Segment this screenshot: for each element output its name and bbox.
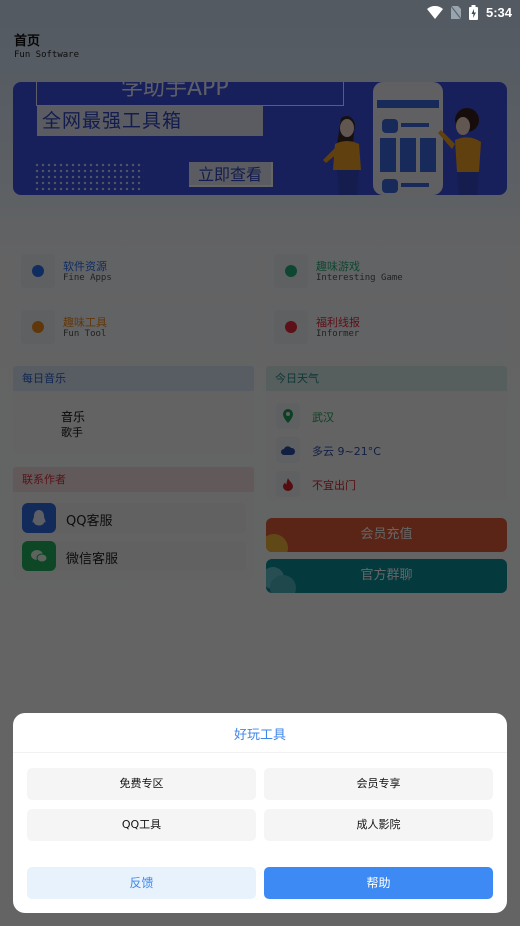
clock: 5:34 [485,4,512,20]
battery-charging-icon [468,4,478,20]
help-button[interactable]: 帮助 [264,867,493,899]
option-qq-tools[interactable]: QQ工具 [27,809,256,841]
fun-tools-dialog: 好玩工具 免费专区 会员专享 QQ工具 成人影院 反馈 帮助 [13,713,507,913]
option-adult-cinema[interactable]: 成人影院 [264,809,493,841]
dialog-title: 好玩工具 [13,713,507,753]
no-sim-icon [450,5,461,19]
status-bar: 5:34 [0,0,520,24]
feedback-button[interactable]: 反馈 [27,867,256,899]
wifi-icon [426,5,443,19]
option-vip-exclusive[interactable]: 会员专享 [264,768,493,800]
option-free-zone[interactable]: 免费专区 [27,768,256,800]
